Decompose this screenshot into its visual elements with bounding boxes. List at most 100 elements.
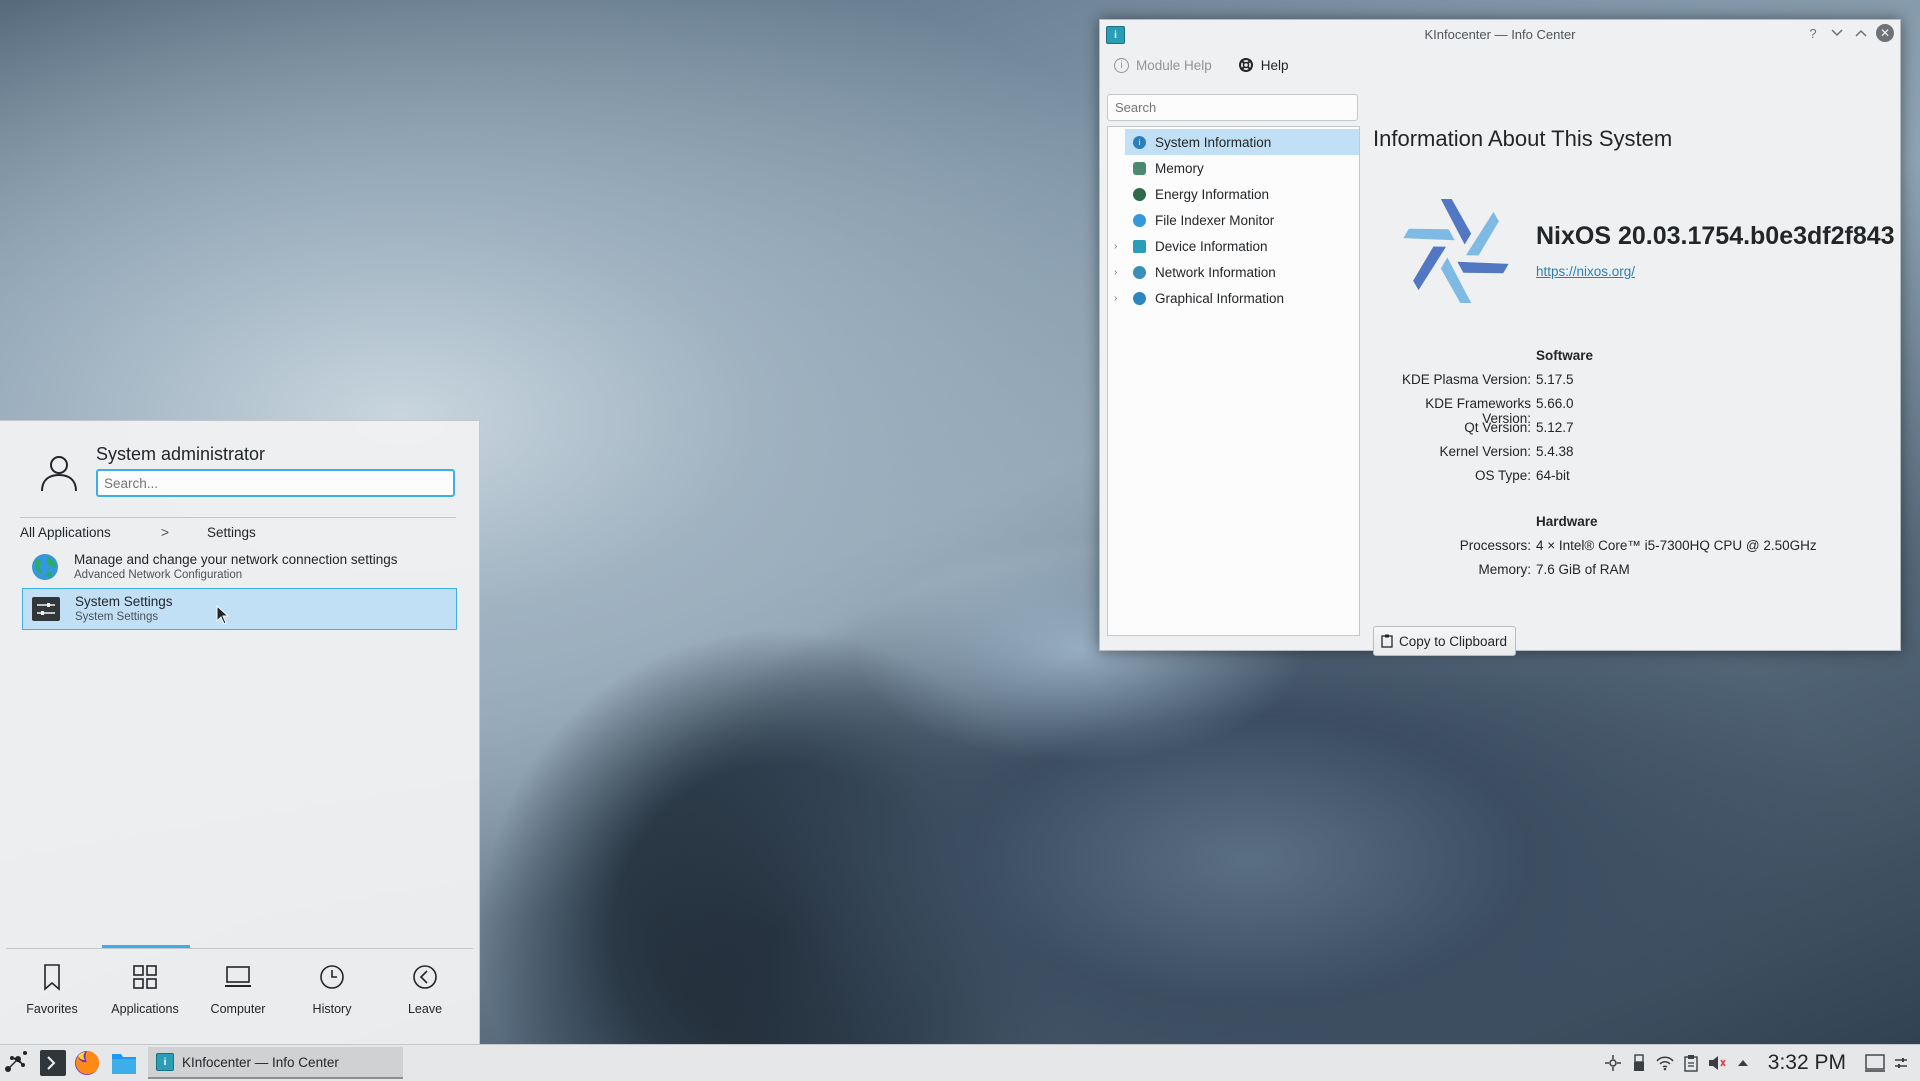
module-sidebar: i System Information Memory Energy Infor… — [1107, 94, 1360, 639]
network-icon — [1133, 265, 1146, 279]
volume-muted-icon[interactable] — [1706, 1052, 1728, 1074]
show-desktop-icon[interactable] — [1864, 1052, 1886, 1074]
panel-settings-icon[interactable] — [1890, 1052, 1912, 1074]
breadcrumb-current[interactable]: Settings — [207, 525, 256, 540]
energy-icon — [1133, 187, 1146, 201]
info-icon: i — [1133, 135, 1146, 149]
tab-label: Favorites — [26, 1002, 78, 1016]
info-row: KDE Frameworks Version: 5.66.0 — [1373, 396, 1574, 426]
expand-tray-icon[interactable] — [1732, 1052, 1754, 1074]
result-item-system-settings[interactable]: System Settings System Settings — [22, 588, 457, 630]
tree-item-graphical-information[interactable]: › Graphical Information — [1108, 285, 1359, 311]
hardware-section-title: Hardware — [1536, 514, 1598, 529]
application-launcher-icon[interactable] — [3, 1049, 31, 1077]
tree-item-memory[interactable]: Memory — [1108, 155, 1359, 181]
tree-item-label: Memory — [1155, 160, 1204, 176]
tree-item-device-information[interactable]: › Device Information — [1108, 233, 1359, 259]
tab-history[interactable]: History — [286, 962, 378, 1016]
kinfocenter-app-icon: i — [156, 1053, 174, 1071]
info-key: Processors: — [1459, 538, 1531, 553]
info-value: 5.66.0 — [1536, 396, 1574, 411]
tab-computer[interactable]: Computer — [192, 962, 284, 1016]
tab-applications[interactable]: Applications — [99, 962, 191, 1016]
module-tree: i System Information Memory Energy Infor… — [1107, 126, 1360, 636]
breadcrumb-separator-icon: > — [160, 524, 169, 540]
page-title: Information About This System — [1373, 126, 1673, 151]
info-value: 64-bit — [1536, 468, 1570, 483]
info-value: 7.6 GiB of RAM — [1536, 562, 1630, 577]
tree-item-energy-information[interactable]: Energy Information — [1108, 181, 1359, 207]
info-row: Memory: 7.6 GiB of RAM — [1373, 562, 1630, 582]
maximize-icon[interactable] — [1852, 24, 1870, 42]
kinfocenter-app-icon: i — [1106, 26, 1125, 44]
leave-arrow-icon — [413, 965, 437, 989]
distro-url-link[interactable]: https://nixos.org/ — [1536, 264, 1635, 279]
clipboard-icon[interactable] — [1680, 1052, 1702, 1074]
file-indexer-icon — [1133, 213, 1146, 227]
tree-item-system-information[interactable]: i System Information — [1125, 129, 1359, 155]
chevron-right-icon[interactable]: › — [1114, 267, 1117, 278]
help-button[interactable]: Help — [1238, 57, 1289, 73]
window-titlebar[interactable]: i KInfocenter — Info Center ? ✕ — [1100, 20, 1900, 48]
info-row: Kernel Version: 5.4.38 — [1373, 444, 1573, 464]
clipboard-icon — [1381, 634, 1393, 648]
tab-favorites[interactable]: Favorites — [6, 962, 98, 1016]
terminal-icon[interactable] — [39, 1049, 67, 1077]
tree-item-network-information[interactable]: › Network Information — [1108, 259, 1359, 285]
result-subtitle: Advanced Network Configuration — [74, 569, 243, 581]
mouse-cursor-icon — [216, 605, 230, 625]
tree-item-label: Energy Information — [1155, 186, 1270, 202]
launcher-tab-bar: Favorites Applications Computer History … — [6, 945, 473, 1044]
tree-item-label: Network Information — [1155, 264, 1276, 280]
close-icon[interactable]: ✕ — [1876, 24, 1894, 42]
bookmark-icon — [44, 964, 60, 991]
user-avatar-icon[interactable] — [38, 451, 80, 493]
tree-item-label: Graphical Information — [1155, 290, 1285, 306]
module-content: Information About This System NixOS 20.0… — [1373, 94, 1900, 656]
firefox-icon[interactable] — [73, 1049, 101, 1077]
module-help-button[interactable]: i Module Help — [1114, 57, 1212, 73]
tree-item-label: System Information — [1155, 134, 1272, 150]
folder-icon[interactable] — [110, 1049, 138, 1077]
copy-button-label: Copy to Clipboard — [1399, 633, 1508, 649]
chevron-right-icon[interactable]: › — [1114, 293, 1117, 304]
software-section-title: Software — [1536, 348, 1594, 363]
minimize-icon[interactable] — [1828, 24, 1846, 42]
launcher-search-input[interactable] — [96, 469, 455, 497]
tab-label: Applications — [111, 1002, 179, 1016]
applications-grid-icon — [133, 965, 157, 989]
chevron-right-icon[interactable]: › — [1114, 241, 1117, 252]
clock[interactable]: 3:32 PM — [1768, 1051, 1846, 1075]
tree-item-file-indexer-monitor[interactable]: File Indexer Monitor — [1108, 207, 1359, 233]
computer-icon — [225, 966, 251, 987]
info-row: OS Type: 64-bit — [1373, 468, 1570, 488]
lifebuoy-icon — [1238, 57, 1254, 73]
launcher-divider — [20, 517, 456, 518]
launcher-header: System administrator — [0, 421, 479, 516]
result-item-network-configuration[interactable]: Manage and change your network connectio… — [22, 546, 457, 588]
tab-leave[interactable]: Leave — [379, 962, 471, 1016]
result-subtitle: System Settings — [75, 611, 159, 623]
clock-icon — [320, 965, 344, 989]
copy-to-clipboard-button[interactable]: Copy to Clipboard — [1373, 626, 1517, 656]
wifi-icon[interactable] — [1654, 1052, 1676, 1074]
info-key: Qt Version: — [1464, 420, 1531, 435]
tab-bar-divider — [6, 948, 473, 949]
system-settings-icon — [32, 597, 60, 621]
window-toolbar: i Module Help Help — [1100, 48, 1900, 82]
tab-label: History — [312, 1002, 352, 1016]
window-title: KInfocenter — Info Center — [1424, 26, 1576, 42]
breadcrumb-root[interactable]: All Applications — [20, 525, 111, 540]
info-icon: i — [1114, 57, 1129, 73]
result-text: System Settings System Settings — [75, 594, 173, 624]
module-search-input[interactable] — [1107, 94, 1358, 121]
distro-name: NixOS 20.03.1754.b0e3df2f843 — [1536, 222, 1895, 250]
help-icon[interactable]: ? — [1804, 24, 1822, 42]
kde-connect-icon[interactable] — [1602, 1052, 1624, 1074]
user-name: System administrator — [96, 444, 266, 464]
info-center-window: i KInfocenter — Info Center ? ✕ i Module… — [1099, 19, 1901, 656]
usb-device-icon[interactable] — [1628, 1052, 1650, 1074]
info-key: OS Type: — [1474, 468, 1531, 483]
application-launcher: System administrator All Applications > … — [0, 420, 480, 1044]
task-kinfocenter[interactable]: i KInfocenter — Info Center — [148, 1047, 403, 1079]
